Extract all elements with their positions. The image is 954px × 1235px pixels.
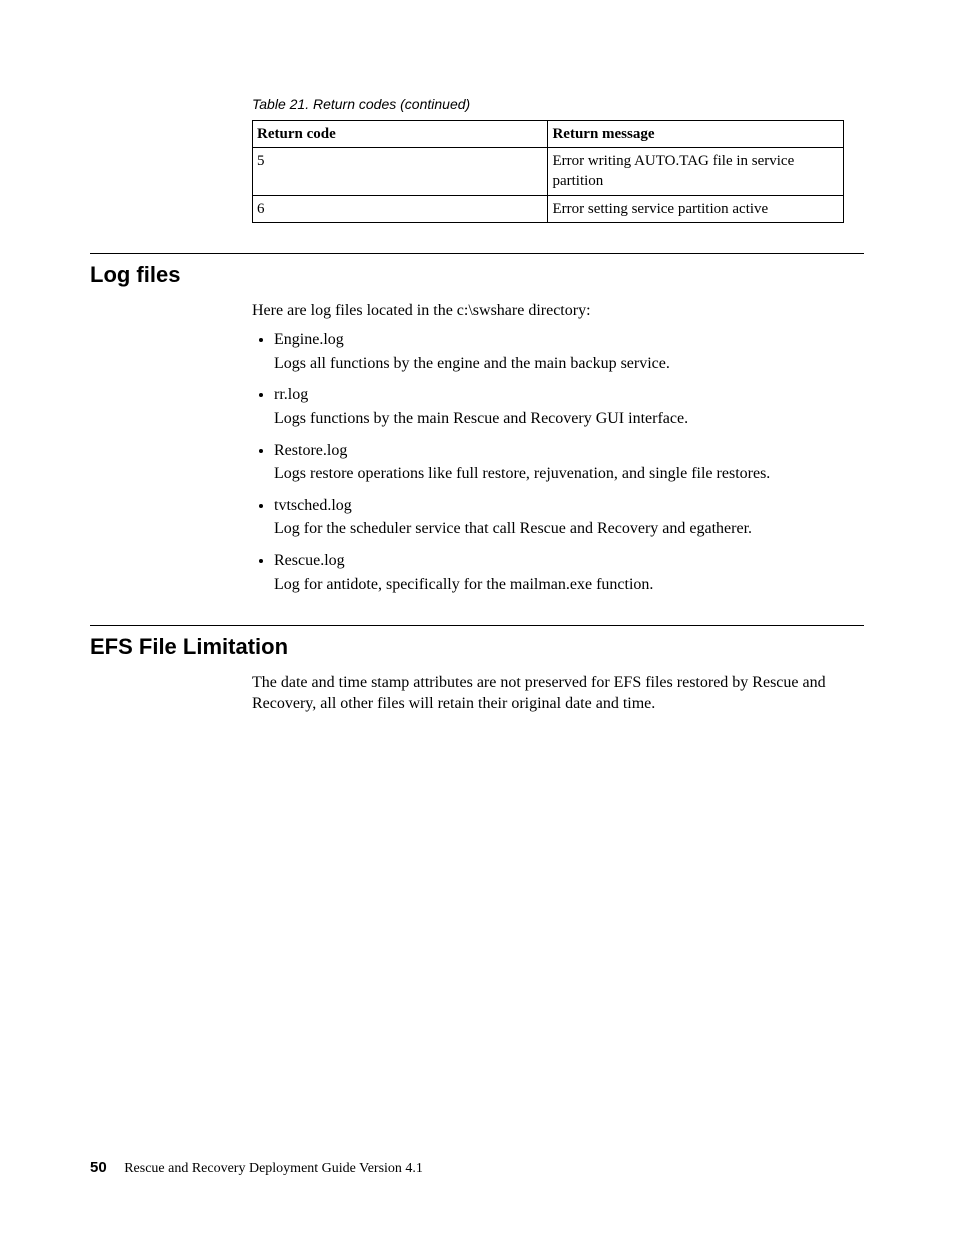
log-item-desc: Logs all functions by the engine and the…	[274, 353, 864, 375]
page-number: 50	[90, 1159, 107, 1176]
log-item-desc: Logs functions by the main Rescue and Re…	[274, 408, 864, 430]
log-files-intro: Here are log files located in the c:\sws…	[252, 300, 864, 322]
section-log-files: Log files Here are log files located in …	[90, 253, 864, 595]
section-efs: EFS File Limitation The date and time st…	[90, 625, 864, 715]
table-header-row: Return code Return message	[253, 120, 844, 147]
table-row: 6 Error setting service partition active	[253, 195, 844, 222]
list-item: tvtsched.log Log for the scheduler servi…	[274, 495, 864, 540]
return-codes-table: Return code Return message 5 Error writi…	[252, 120, 844, 223]
page-footer: 50 Rescue and Recovery Deployment Guide …	[90, 1158, 423, 1179]
list-item: Engine.log Logs all functions by the eng…	[274, 329, 864, 374]
section-title-log-files: Log files	[90, 260, 864, 290]
table-row: 5 Error writing AUTO.TAG file in service…	[253, 148, 844, 196]
page-content: Table 21. Return codes (continued) Retur…	[90, 95, 864, 1175]
table-caption: Table 21. Return codes (continued)	[252, 95, 864, 114]
log-item-name: Restore.log	[274, 440, 864, 462]
table-cell-code: 6	[253, 195, 548, 222]
log-item-desc: Logs restore operations like full restor…	[274, 463, 864, 485]
log-item-desc: Log for antidote, specifically for the m…	[274, 574, 864, 596]
table-header-message: Return message	[548, 120, 844, 147]
table-cell-message: Error writing AUTO.TAG file in service p…	[548, 148, 844, 196]
table-cell-message: Error setting service partition active	[548, 195, 844, 222]
log-files-list: Engine.log Logs all functions by the eng…	[252, 329, 864, 595]
list-item: rr.log Logs functions by the main Rescue…	[274, 384, 864, 429]
footer-title: Rescue and Recovery Deployment Guide Ver…	[124, 1161, 423, 1176]
section-rule	[90, 625, 864, 626]
log-item-name: Rescue.log	[274, 550, 864, 572]
table-cell-code: 5	[253, 148, 548, 196]
log-item-name: rr.log	[274, 384, 864, 406]
section-rule	[90, 253, 864, 254]
table-header-code: Return code	[253, 120, 548, 147]
efs-body: The date and time stamp attributes are n…	[252, 672, 864, 715]
efs-paragraph: The date and time stamp attributes are n…	[252, 672, 864, 715]
list-item: Rescue.log Log for antidote, specificall…	[274, 550, 864, 595]
log-item-desc: Log for the scheduler service that call …	[274, 518, 864, 540]
log-files-body: Here are log files located in the c:\sws…	[252, 300, 864, 596]
log-item-name: tvtsched.log	[274, 495, 864, 517]
section-title-efs: EFS File Limitation	[90, 632, 864, 662]
log-item-name: Engine.log	[274, 329, 864, 351]
list-item: Restore.log Logs restore operations like…	[274, 440, 864, 485]
